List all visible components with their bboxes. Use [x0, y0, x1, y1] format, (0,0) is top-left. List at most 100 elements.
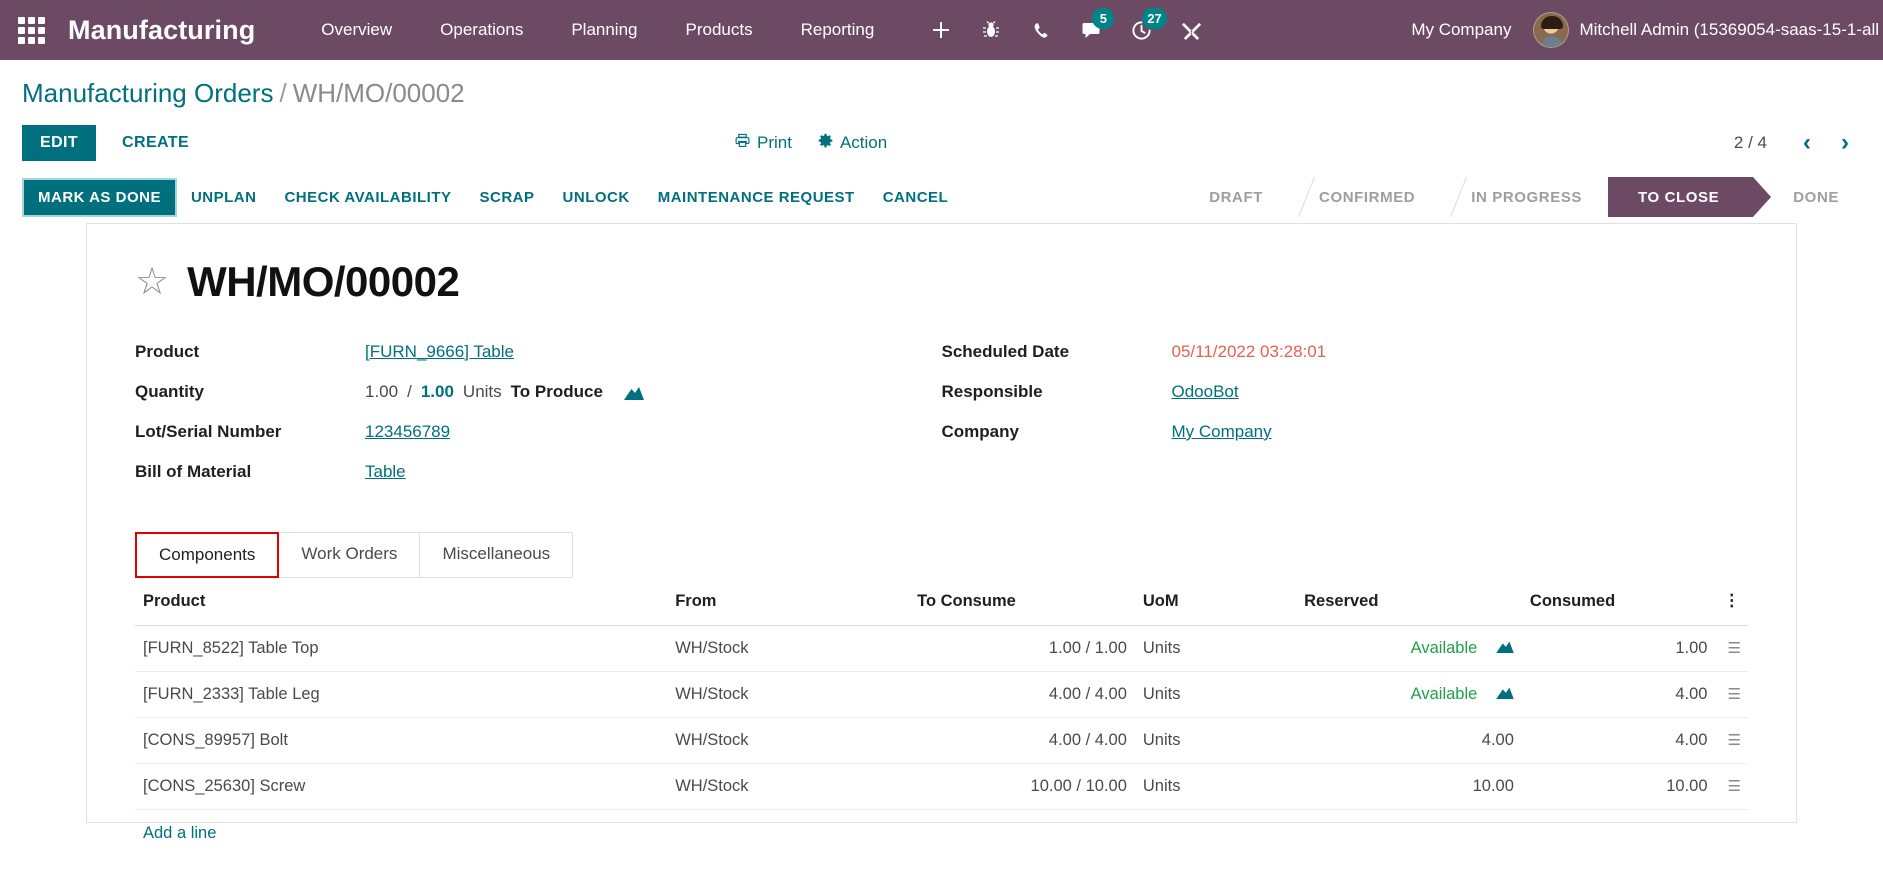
cell-product: [FURN_2333] Table Leg	[135, 671, 668, 718]
printer-icon	[735, 133, 750, 153]
column-product[interactable]: Product	[135, 577, 668, 626]
table-body: [FURN_8522] Table Top WH/Stock 1.00 / 1.…	[135, 625, 1748, 810]
column-reserved[interactable]: Reserved	[1296, 577, 1522, 626]
scrap-button[interactable]: SCRAP	[466, 180, 549, 215]
tab-components[interactable]: Components	[135, 532, 280, 578]
user-menu-label[interactable]: Mitchell Admin (15369054-saas-15-1-all	[1579, 20, 1883, 40]
field-product: Product [FURN_9666] Table	[135, 342, 942, 362]
field-scheduled-date-value: 05/11/2022 03:28:01	[1171, 342, 1327, 361]
column-consumed[interactable]: Consumed	[1521, 577, 1716, 626]
field-responsible-value[interactable]: OdooBot	[1172, 382, 1239, 402]
table-row[interactable]: [FURN_8522] Table Top WH/Stock 1.00 / 1.…	[135, 625, 1748, 672]
cell-reserved: Available	[1296, 671, 1522, 718]
stage-in-progress[interactable]: IN PROGRESS	[1441, 177, 1608, 217]
create-button[interactable]: CREATE	[106, 125, 205, 161]
reserved-status: Available	[1410, 685, 1478, 703]
apps-grid-icon[interactable]	[8, 0, 54, 60]
stage-draft[interactable]: DRAFT	[1179, 177, 1289, 217]
navbar-user-area: My Company Mitchell Admin (15369054-saas…	[1389, 12, 1883, 48]
cell-consumed: 10.00	[1521, 763, 1716, 810]
breadcrumb-current: WH/MO/00002	[292, 78, 465, 108]
table-options-icon[interactable]: ⋮	[1715, 577, 1748, 626]
chevron-left-icon[interactable]: ‹	[1791, 131, 1823, 155]
table-row[interactable]: [CONS_89957] Bolt WH/Stock 4.00 / 4.00 U…	[135, 717, 1748, 764]
action-menu[interactable]: Action	[818, 133, 887, 153]
pager-count: 2 / 4	[1733, 133, 1767, 152]
cell-product: [CONS_89957] Bolt	[135, 717, 668, 764]
list-lines-icon[interactable]: ☰	[1728, 640, 1741, 657]
stage-to-close[interactable]: TO CLOSE	[1608, 177, 1772, 217]
field-lot-serial-value[interactable]: 123456789	[365, 422, 450, 442]
chevron-right-icon[interactable]: ›	[1829, 131, 1861, 155]
stage-done[interactable]: DONE	[1753, 177, 1865, 217]
cell-consumed: 1.00	[1521, 625, 1716, 672]
cell-uom: Units	[1134, 763, 1297, 810]
table-row[interactable]: [FURN_2333] Table Leg WH/Stock 4.00 / 4.…	[135, 671, 1748, 718]
list-lines-icon[interactable]: ☰	[1728, 778, 1741, 795]
cell-reserved: Available	[1296, 625, 1522, 672]
field-lot-serial-label: Lot/Serial Number	[135, 422, 282, 441]
bug-icon[interactable]	[966, 0, 1016, 60]
bar-chart-icon[interactable]	[623, 384, 644, 400]
column-uom[interactable]: UoM	[1134, 577, 1297, 626]
form-sheet: ☆ WH/MO/00002 Product [FURN_9666] Table …	[86, 223, 1797, 842]
form-fields: Product [FURN_9666] Table Quantity 1.00 …	[135, 342, 1748, 502]
cell-reserved: 4.00	[1296, 717, 1522, 764]
menu-item-overview[interactable]: Overview	[297, 0, 416, 60]
activities-clock-icon[interactable]: 27	[1116, 0, 1167, 60]
phone-icon[interactable]	[1016, 0, 1066, 60]
tools-icon[interactable]	[1166, 0, 1216, 60]
company-switcher[interactable]: My Company	[1389, 20, 1533, 40]
unplan-button[interactable]: UNPLAN	[177, 180, 271, 215]
list-lines-icon[interactable]: ☰	[1728, 686, 1741, 703]
edit-button[interactable]: EDIT	[22, 125, 97, 161]
favorite-star-icon[interactable]: ☆	[135, 263, 169, 301]
control-panel: EDIT CREATE Print Action 2 / 4 ‹ ›	[0, 119, 1883, 171]
menu-item-planning[interactable]: Planning	[547, 0, 661, 60]
add-a-line-button[interactable]: Add a line	[135, 810, 224, 857]
quantity-suffix: To Produce	[510, 382, 603, 401]
unlock-button[interactable]: UNLOCK	[549, 180, 644, 215]
field-product-label: Product	[135, 342, 200, 361]
cancel-button[interactable]: CANCEL	[869, 180, 963, 215]
messages-icon[interactable]: 5	[1066, 0, 1116, 60]
breadcrumb-separator: /	[279, 78, 287, 108]
column-to-consume[interactable]: To Consume	[909, 577, 1135, 626]
field-product-value[interactable]: [FURN_9666] Table	[365, 342, 514, 362]
check-availability-button[interactable]: CHECK AVAILABILITY	[270, 180, 465, 215]
maintenance-request-button[interactable]: MAINTENANCE REQUEST	[644, 180, 869, 215]
avatar[interactable]	[1533, 12, 1570, 48]
cell-uom: Units	[1134, 625, 1297, 672]
list-lines-icon[interactable]: ☰	[1728, 732, 1741, 749]
app-brand-title[interactable]: Manufacturing	[68, 15, 255, 46]
cell-to-consume: 4.00 / 4.00	[909, 717, 1135, 764]
menu-item-reporting[interactable]: Reporting	[777, 0, 899, 60]
cell-to-consume: 4.00 / 4.00	[909, 671, 1135, 718]
mark-as-done-button[interactable]: MARK AS DONE	[22, 177, 177, 217]
table-row[interactable]: [CONS_25630] Screw WH/Stock 10.00 / 10.0…	[135, 763, 1748, 810]
bar-chart-icon[interactable]	[1494, 639, 1514, 655]
print-menu[interactable]: Print	[735, 133, 792, 153]
form-sheet-wrapper: ☆ WH/MO/00002 Product [FURN_9666] Table …	[0, 223, 1883, 842]
plus-icon[interactable]	[916, 0, 966, 60]
menu-item-operations[interactable]: Operations	[416, 0, 547, 60]
status-bar: MARK AS DONE UNPLAN CHECK AVAILABILITY S…	[0, 171, 1883, 223]
stage-confirmed[interactable]: CONFIRMED	[1289, 177, 1441, 217]
form-column-right: Scheduled Date 05/11/2022 03:28:01 Respo…	[942, 342, 1749, 502]
breadcrumb: Manufacturing Orders / WH/MO/00002	[0, 60, 1883, 119]
column-from[interactable]: From	[667, 577, 910, 626]
bar-chart-icon[interactable]	[1494, 685, 1514, 701]
print-label: Print	[757, 133, 792, 152]
tab-miscellaneous[interactable]: Miscellaneous	[419, 532, 574, 578]
record-title-row: ☆ WH/MO/00002	[135, 258, 1748, 306]
field-bom-value[interactable]: Table	[365, 462, 406, 482]
menu-item-products[interactable]: Products	[662, 0, 777, 60]
cell-consumed: 4.00	[1521, 717, 1716, 764]
top-navbar: Manufacturing Overview Operations Planni…	[0, 0, 1883, 60]
cell-product: [FURN_8522] Table Top	[135, 625, 668, 672]
field-company-value[interactable]: My Company	[1172, 422, 1272, 442]
quantity-separator: /	[407, 382, 412, 401]
breadcrumb-root-link[interactable]: Manufacturing Orders	[22, 78, 273, 108]
activities-badge: 27	[1142, 8, 1167, 29]
tab-work-orders[interactable]: Work Orders	[278, 532, 421, 578]
